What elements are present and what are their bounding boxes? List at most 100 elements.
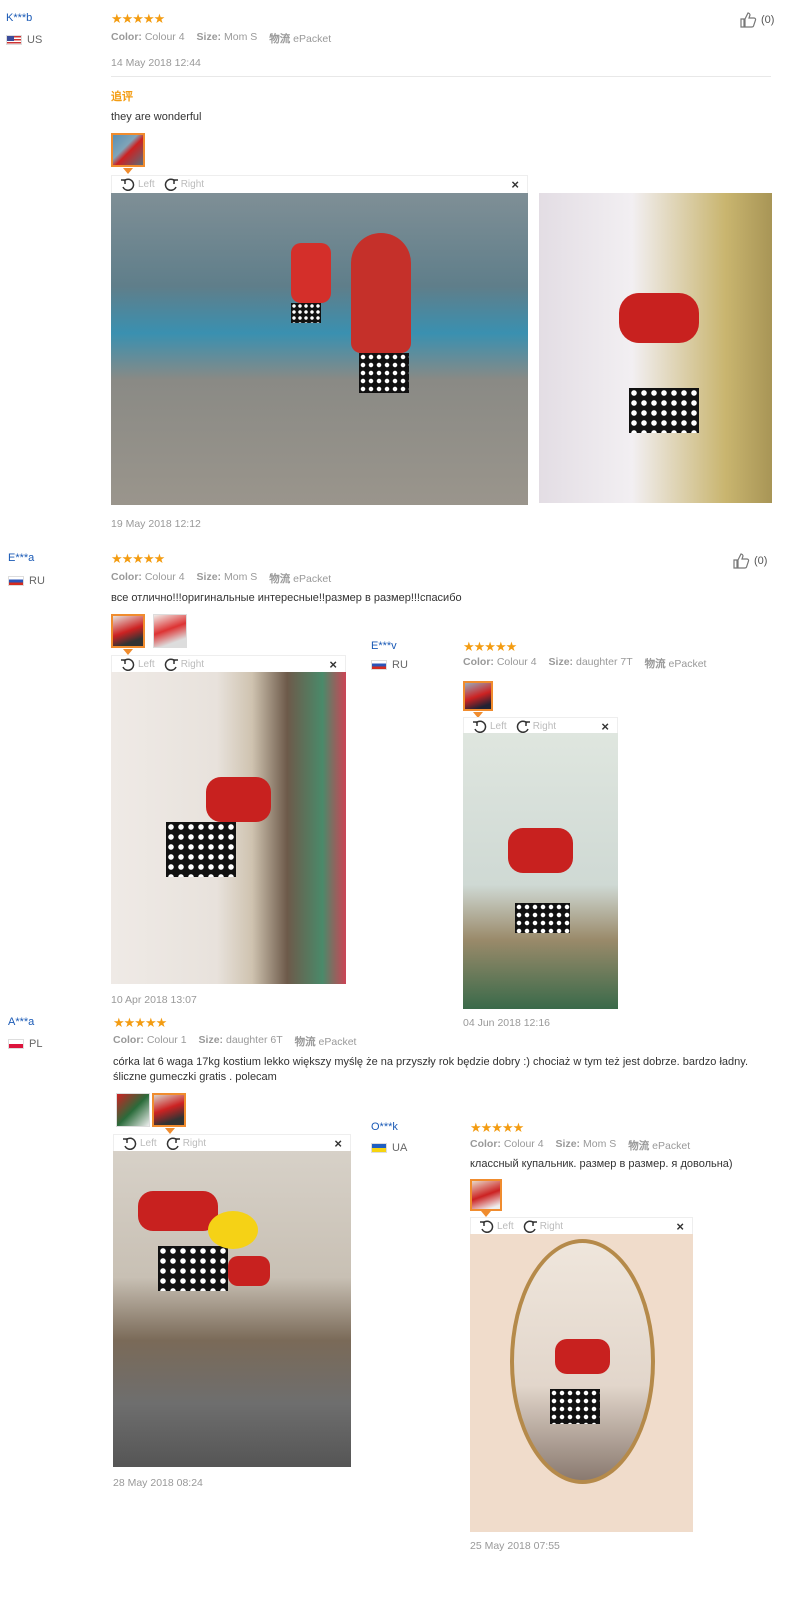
color-value: Colour 4 <box>496 656 537 668</box>
shipping-value: ePacket <box>652 1140 691 1152</box>
size-value: Mom S <box>582 1138 617 1150</box>
rotate-right-icon <box>523 1220 537 1233</box>
color-label: Color: <box>111 571 142 583</box>
shipping-value: ePacket <box>318 1036 357 1048</box>
review-photo-large[interactable] <box>111 193 528 505</box>
rotate-left-label: Left <box>138 179 155 190</box>
reviewer-name[interactable]: O***k <box>371 1121 398 1133</box>
photo-thumbnail[interactable] <box>152 1093 186 1127</box>
shipping-value: ePacket <box>293 573 332 585</box>
color-label: Color: <box>111 31 142 43</box>
review-photo-large[interactable] <box>463 733 618 1009</box>
shipping-label: 物流 <box>294 1036 316 1048</box>
shipping-label: 物流 <box>269 33 291 45</box>
close-viewer-button[interactable]: × <box>329 657 337 672</box>
divider <box>111 76 771 77</box>
review-text: классный купальник. размер в размер. я д… <box>470 1158 733 1170</box>
reviewer-name[interactable]: A***a <box>8 1016 34 1028</box>
helpful-button[interactable]: (0) <box>740 12 774 28</box>
reviewer-country: US <box>6 34 42 46</box>
rotate-right-button[interactable]: Right <box>165 1136 206 1152</box>
review-photo-large[interactable] <box>470 1234 693 1532</box>
photo-thumbnail[interactable] <box>116 1093 150 1127</box>
rotate-right-label: Right <box>180 179 205 190</box>
color-label: Color: <box>470 1138 501 1150</box>
order-attributes: Color: Colour 4 Size: Mom S 物流 ePacket <box>111 571 331 586</box>
color-label: Color: <box>463 656 494 668</box>
close-viewer-button[interactable]: × <box>601 719 609 734</box>
rotate-left-label: Left <box>138 659 155 670</box>
rotate-right-icon <box>164 178 178 191</box>
country-code: RU <box>392 659 408 671</box>
size-value: Mom S <box>223 31 258 43</box>
rotate-left-icon <box>123 1137 137 1150</box>
shipping-label: 物流 <box>269 573 291 585</box>
review-photo-large[interactable] <box>113 1151 351 1467</box>
color-value: Colour 4 <box>503 1138 544 1150</box>
country-code: RU <box>29 575 45 587</box>
photo-viewer-toolbar: Left Right × <box>111 655 346 673</box>
rotate-right-icon <box>164 658 178 671</box>
rotate-left-label: Left <box>497 1221 514 1232</box>
rating-stars: ★★★★★ <box>113 1015 167 1030</box>
thumbs-up-icon <box>740 12 757 28</box>
size-label: Size: <box>548 656 574 668</box>
rating-stars: ★★★★★ <box>111 11 165 26</box>
cat-sticker-icon <box>208 1211 258 1249</box>
review-text: все отлично!!!оригинальные интересные!!р… <box>111 592 462 604</box>
photo-thumbnail[interactable] <box>111 133 145 167</box>
photo-thumbnail[interactable] <box>153 614 187 648</box>
review-text: córka lat 6 waga 17kg kostium lekko więk… <box>113 1056 749 1083</box>
review-date: 04 Jun 2018 12:16 <box>463 1017 550 1029</box>
rotate-left-icon <box>121 178 135 191</box>
thumbs-up-icon <box>733 553 750 569</box>
reviewer-country: PL <box>8 1038 42 1050</box>
close-viewer-button[interactable]: × <box>676 1219 684 1234</box>
size-label: Size: <box>198 1034 224 1046</box>
reviewer-name[interactable]: K***b <box>6 12 32 24</box>
close-viewer-button[interactable]: × <box>334 1136 342 1151</box>
us-flag-icon <box>6 35 22 45</box>
rotate-right-label: Right <box>532 721 557 732</box>
rotate-left-button[interactable]: Left <box>122 1136 157 1152</box>
ru-flag-icon <box>371 660 387 670</box>
review-photo-large[interactable] <box>539 193 772 503</box>
size-value: Mom S <box>223 571 258 583</box>
reviewer-name[interactable]: E***v <box>371 640 397 652</box>
color-value: Colour 4 <box>144 31 185 43</box>
review-date: 28 May 2018 08:24 <box>113 1477 203 1489</box>
order-attributes: Color: Colour 4 Size: Mom S 物流 ePacket <box>111 31 331 46</box>
photo-viewer-toolbar: Left Right × <box>470 1217 693 1235</box>
size-label: Size: <box>196 31 222 43</box>
country-code: PL <box>29 1038 43 1050</box>
close-viewer-button[interactable]: × <box>511 177 519 192</box>
shipping-value: ePacket <box>668 658 707 670</box>
country-code: US <box>27 34 43 46</box>
photo-thumbnail[interactable] <box>111 614 145 648</box>
photo-thumbnail[interactable] <box>463 681 493 711</box>
rotate-right-button[interactable]: Right <box>163 657 204 673</box>
rotate-right-button[interactable]: Right <box>163 177 204 193</box>
rotate-left-button[interactable]: Left <box>120 657 155 673</box>
size-value: daughter 6T <box>225 1034 283 1046</box>
order-attributes: Color: Colour 4 Size: daughter 7T 物流 ePa… <box>463 656 706 671</box>
rotate-left-button[interactable]: Left <box>479 1219 514 1235</box>
photo-viewer-toolbar: Left Right × <box>111 175 528 193</box>
reviewer-name[interactable]: E***a <box>8 552 34 564</box>
rotate-right-label: Right <box>180 659 205 670</box>
reviewer-country: UA <box>371 1142 407 1154</box>
rotate-right-button[interactable]: Right <box>522 1219 563 1235</box>
rotate-right-icon <box>166 1137 180 1150</box>
reviewer-country: RU <box>371 659 408 671</box>
color-label: Color: <box>113 1034 144 1046</box>
reviewer-country: RU <box>8 575 45 587</box>
pl-flag-icon <box>8 1039 24 1049</box>
ru-flag-icon <box>8 576 24 586</box>
append-review-label: 追评 <box>111 91 133 103</box>
helpful-button[interactable]: (0) <box>733 553 767 569</box>
photo-thumbnail[interactable] <box>470 1179 502 1211</box>
country-code: UA <box>392 1142 408 1154</box>
rotate-left-button[interactable]: Left <box>120 177 155 193</box>
review-date: 25 May 2018 07:55 <box>470 1540 560 1552</box>
review-photo-large[interactable] <box>111 672 346 984</box>
